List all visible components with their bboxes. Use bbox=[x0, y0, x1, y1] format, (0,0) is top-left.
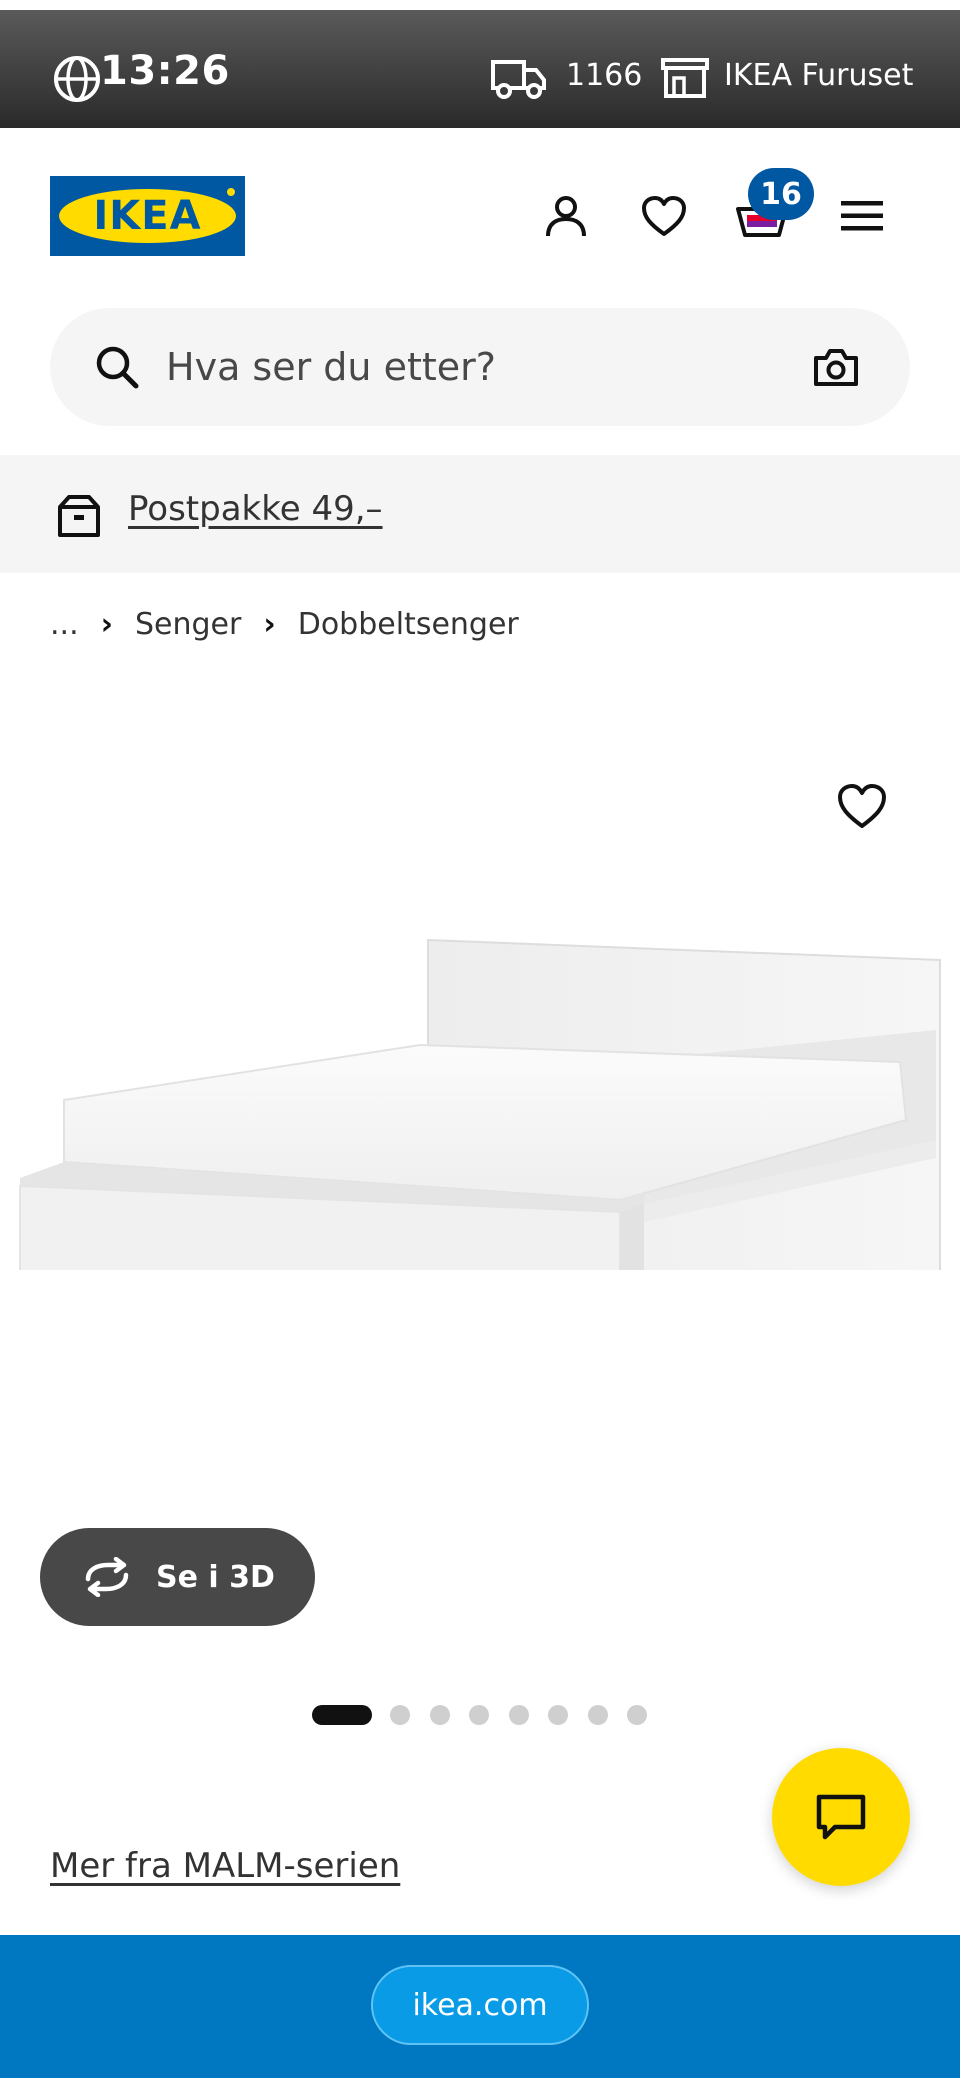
carousel-dot[interactable] bbox=[548, 1705, 568, 1725]
camera-icon[interactable] bbox=[812, 344, 860, 390]
view-3d-label: Se i 3D bbox=[156, 1559, 275, 1595]
person-icon bbox=[546, 196, 586, 237]
truck-icon[interactable] bbox=[490, 56, 548, 100]
hamburger-icon bbox=[841, 201, 883, 231]
carousel-dot[interactable] bbox=[469, 1705, 489, 1725]
chat-icon bbox=[816, 1794, 866, 1840]
image-carousel-indicator bbox=[312, 1703, 667, 1727]
product-image-gallery[interactable]: Se i 3D bbox=[0, 720, 960, 1640]
top-utility-bar: 13:26 1166 IKEA Furuset bbox=[0, 10, 960, 128]
series-link[interactable]: Mer fra MALM-serien bbox=[50, 1846, 400, 1886]
rotate-3d-icon bbox=[85, 1557, 129, 1597]
product-image-bed bbox=[19, 938, 941, 1270]
menu-button[interactable] bbox=[832, 186, 892, 246]
status-time: 13:26 bbox=[100, 48, 230, 94]
search-bar bbox=[50, 308, 910, 426]
search-input[interactable] bbox=[166, 332, 746, 402]
carousel-dot[interactable] bbox=[508, 1705, 529, 1725]
breadcrumb-item-dobbeltsenger[interactable]: Dobbeltsenger bbox=[298, 607, 519, 642]
breadcrumb-item-senger[interactable]: Senger bbox=[135, 607, 241, 642]
chevron-right-icon: › bbox=[100, 606, 113, 642]
store-icon[interactable] bbox=[660, 56, 710, 100]
view-3d-button[interactable]: Se i 3D bbox=[40, 1528, 315, 1626]
breadcrumb-ellipsis[interactable]: ... bbox=[50, 607, 79, 642]
delivery-zip[interactable]: 1166 bbox=[566, 58, 642, 93]
chevron-right-icon: › bbox=[263, 606, 276, 642]
postpakke-link[interactable]: Postpakke 49,– bbox=[128, 489, 383, 529]
store-name[interactable]: IKEA Furuset bbox=[724, 58, 913, 93]
carousel-dot[interactable] bbox=[390, 1705, 410, 1725]
wishlist-button[interactable] bbox=[634, 186, 694, 246]
carousel-dot[interactable] bbox=[429, 1705, 450, 1725]
cart-count-badge: 16 bbox=[748, 168, 814, 220]
shipping-promo-banner: Postpakke 49,– bbox=[0, 455, 960, 573]
ikea-logo[interactable]: IKEA bbox=[50, 176, 245, 256]
heart-icon bbox=[642, 196, 686, 236]
carousel-dot[interactable] bbox=[312, 1705, 372, 1725]
chat-button[interactable] bbox=[772, 1748, 910, 1886]
parcel-icon bbox=[58, 495, 100, 537]
url-pill[interactable]: ikea.com bbox=[371, 1965, 589, 2045]
account-button[interactable] bbox=[536, 186, 596, 246]
heart-icon[interactable] bbox=[836, 780, 888, 832]
globe-icon[interactable] bbox=[52, 54, 102, 104]
registered-mark bbox=[226, 187, 236, 197]
site-header: IKEA 16 bbox=[0, 128, 960, 308]
search-icon bbox=[96, 346, 139, 389]
browser-bottom-bar: ikea.com bbox=[0, 1935, 960, 2078]
breadcrumb: ... › Senger › Dobbeltsenger bbox=[50, 604, 519, 644]
carousel-dot[interactable] bbox=[627, 1705, 647, 1725]
carousel-dot[interactable] bbox=[587, 1705, 608, 1725]
logo-text: IKEA bbox=[93, 193, 202, 239]
